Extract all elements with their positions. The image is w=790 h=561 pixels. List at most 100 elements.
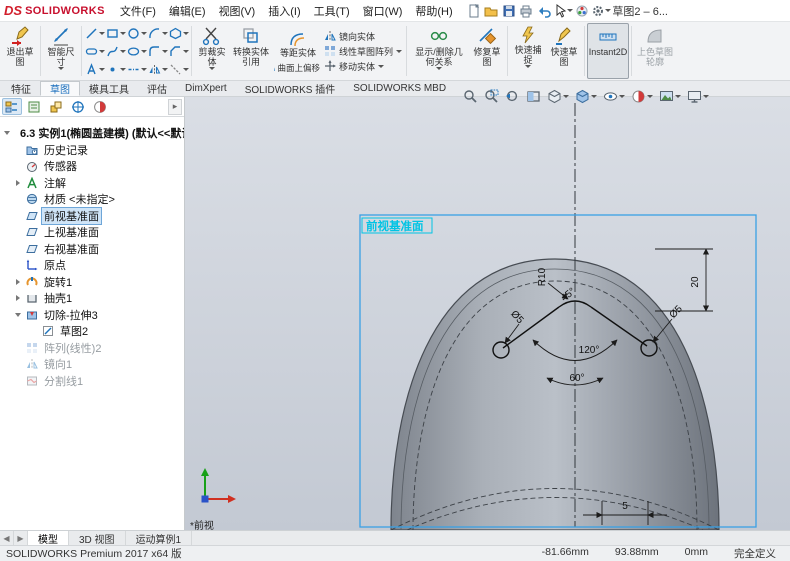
tab-model[interactable]: 模型 <box>28 531 69 546</box>
edit-appearance-icon[interactable] <box>630 88 654 105</box>
tab-solidworks-mbd[interactable]: SOLIDWORKS MBD <box>344 81 455 96</box>
arc-tool-icon[interactable] <box>147 24 168 42</box>
exit-sketch-button[interactable]: 退出草图 <box>2 23 38 79</box>
dropdown-caret-icon[interactable] <box>525 65 532 69</box>
dim-dia5-right[interactable]: Ø5 <box>668 303 685 321</box>
tree-item-revolve1[interactable]: 旋转1 <box>0 274 184 291</box>
dim-120deg[interactable]: 120° <box>579 345 600 356</box>
zoom-to-area-icon[interactable] <box>483 88 500 105</box>
circle-tool-icon[interactable] <box>126 24 147 42</box>
menu-window[interactable]: 窗口(W) <box>357 1 409 21</box>
rapid-sketch-button[interactable]: 快速草图 <box>546 23 582 79</box>
tab-features[interactable]: 特征 <box>2 81 40 96</box>
tab-scroll-right-icon[interactable]: ▶ <box>14 531 28 545</box>
collapse-icon[interactable] <box>4 131 10 136</box>
tab-evaluate[interactable]: 评估 <box>138 81 176 96</box>
graphics-area[interactable]: R10 45° 20 Ø5 Ø5 120° 60° 5 前视基准面 *前视 <box>185 97 790 530</box>
expand-icon[interactable] <box>16 295 20 302</box>
spline-tool-icon[interactable] <box>105 42 126 60</box>
tree-item-material[interactable]: 材质 <未指定> <box>0 191 184 208</box>
tab-mold-tools[interactable]: 模具工具 <box>80 81 138 96</box>
tree-item-front-plane[interactable]: 前视基准面 <box>0 206 184 225</box>
displaymanager-tab-icon[interactable] <box>90 98 110 115</box>
text-tool-icon[interactable] <box>84 60 105 78</box>
collapse-icon[interactable] <box>15 312 21 317</box>
menu-file[interactable]: 文件(F) <box>114 1 162 21</box>
dim-r10[interactable]: R10 <box>537 267 548 286</box>
model-view[interactable]: R10 45° 20 Ø5 Ø5 120° 60° 5 前视基准面 <box>185 97 790 530</box>
hide-show-items-icon[interactable] <box>602 88 626 105</box>
panel-flyout-arrow[interactable]: ▸ <box>168 98 182 115</box>
select-arrow-icon[interactable] <box>553 2 573 20</box>
shaded-sketch-contours-button[interactable]: 上色草图轮廓 <box>634 23 676 79</box>
offset-entities-button[interactable]: 等距实体 <box>274 28 322 59</box>
centerline-tool-icon[interactable] <box>126 60 147 78</box>
fillet-tool-icon[interactable] <box>147 42 168 60</box>
menu-insert[interactable]: 插入(I) <box>262 1 306 21</box>
tree-item-shell1[interactable]: 抽壳1 <box>0 290 184 307</box>
featuremanager-tab-icon[interactable] <box>2 98 22 115</box>
dimxpertmanager-tab-icon[interactable] <box>68 98 88 115</box>
chamfer-tool-icon[interactable] <box>168 42 189 60</box>
move-entities-button[interactable]: 移动实体 <box>324 60 402 73</box>
dim-5[interactable]: 5 <box>622 501 628 512</box>
open-icon[interactable] <box>483 2 499 20</box>
tree-item-mirror1[interactable]: 镜向1 <box>0 356 184 373</box>
mirror-tool-icon[interactable] <box>147 60 168 78</box>
quick-snaps-button[interactable]: 快速捕捉 <box>510 23 546 79</box>
rebuild-icon[interactable] <box>574 2 590 20</box>
tab-solidworks-addins[interactable]: SOLIDWORKS 插件 <box>236 81 345 96</box>
options-gear-icon[interactable] <box>591 2 612 20</box>
mirror-entities-button[interactable]: 镜向实体 <box>324 30 402 43</box>
zoom-to-fit-icon[interactable] <box>462 88 479 105</box>
offset-on-surface-button[interactable]: 曲面上偏移 <box>274 61 320 74</box>
display-delete-relations-button[interactable]: 显示/删除几何关系 <box>409 23 469 79</box>
menu-help[interactable]: 帮助(H) <box>409 1 458 21</box>
undo-icon[interactable] <box>535 2 551 20</box>
line-tool-icon[interactable] <box>84 24 105 42</box>
new-document-icon[interactable] <box>466 2 482 20</box>
tree-item-pattern-linear2[interactable]: 阵列(线性)2 <box>0 340 184 357</box>
construction-tool-icon[interactable] <box>168 60 189 78</box>
trim-entities-button[interactable]: 剪裁实体 <box>194 23 230 79</box>
apply-scene-icon[interactable] <box>658 88 682 105</box>
repair-sketch-button[interactable]: 修复草图 <box>469 23 505 79</box>
slot-tool-icon[interactable] <box>84 42 105 60</box>
menu-edit[interactable]: 编辑(E) <box>163 1 212 21</box>
dropdown-caret-icon[interactable] <box>58 67 64 71</box>
ellipse-tool-icon[interactable] <box>126 42 147 60</box>
polygon-tool-icon[interactable] <box>168 24 189 42</box>
display-style-icon[interactable] <box>574 88 598 105</box>
expand-icon[interactable] <box>16 278 20 285</box>
print-icon[interactable] <box>518 2 534 20</box>
tree-item-annotations[interactable]: 注解 <box>0 175 184 192</box>
tree-item-top-plane[interactable]: 上视基准面 <box>0 224 184 241</box>
tab-sketch[interactable]: 草图 <box>40 81 80 96</box>
tab-3d-views[interactable]: 3D 视图 <box>69 531 126 546</box>
convert-entities-button[interactable]: 转换实体引用 <box>230 23 272 79</box>
tab-motion-study1[interactable]: 运动算例1 <box>126 531 193 546</box>
view-orientation-icon[interactable] <box>546 88 570 105</box>
instant2d-button[interactable]: Instant2D <box>587 23 630 79</box>
previous-view-icon[interactable] <box>504 88 521 105</box>
propertymanager-tab-icon[interactable] <box>24 98 44 115</box>
dim-20[interactable]: 20 <box>690 276 701 288</box>
tab-dimxpert[interactable]: DimXpert <box>176 81 236 96</box>
tree-item-sensors[interactable]: 传感器 <box>0 158 184 175</box>
dim-60deg[interactable]: 60° <box>569 373 584 384</box>
dome-model[interactable] <box>390 258 720 530</box>
rectangle-tool-icon[interactable] <box>105 24 126 42</box>
expand-icon[interactable] <box>16 179 20 186</box>
menu-tools[interactable]: 工具(T) <box>308 1 356 21</box>
save-icon[interactable] <box>501 2 517 20</box>
dropdown-caret-icon[interactable] <box>209 67 215 71</box>
smart-dimension-button[interactable]: 智能尺寸 <box>43 23 79 79</box>
tree-item-part-root[interactable]: 6.3 实例1(椭圆盖建模) (默认<<默认>_显 <box>0 125 184 142</box>
tab-scroll-left-icon[interactable]: ◀ <box>0 531 14 545</box>
configurationmanager-tab-icon[interactable] <box>46 98 66 115</box>
view-settings-icon[interactable] <box>686 88 710 105</box>
tree-item-history[interactable]: 历史记录 <box>0 142 184 159</box>
tree-item-origin[interactable]: 原点 <box>0 257 184 274</box>
tree-item-cut-extrude3[interactable]: 切除-拉伸3 <box>0 307 184 324</box>
dropdown-caret-icon[interactable] <box>378 64 385 68</box>
